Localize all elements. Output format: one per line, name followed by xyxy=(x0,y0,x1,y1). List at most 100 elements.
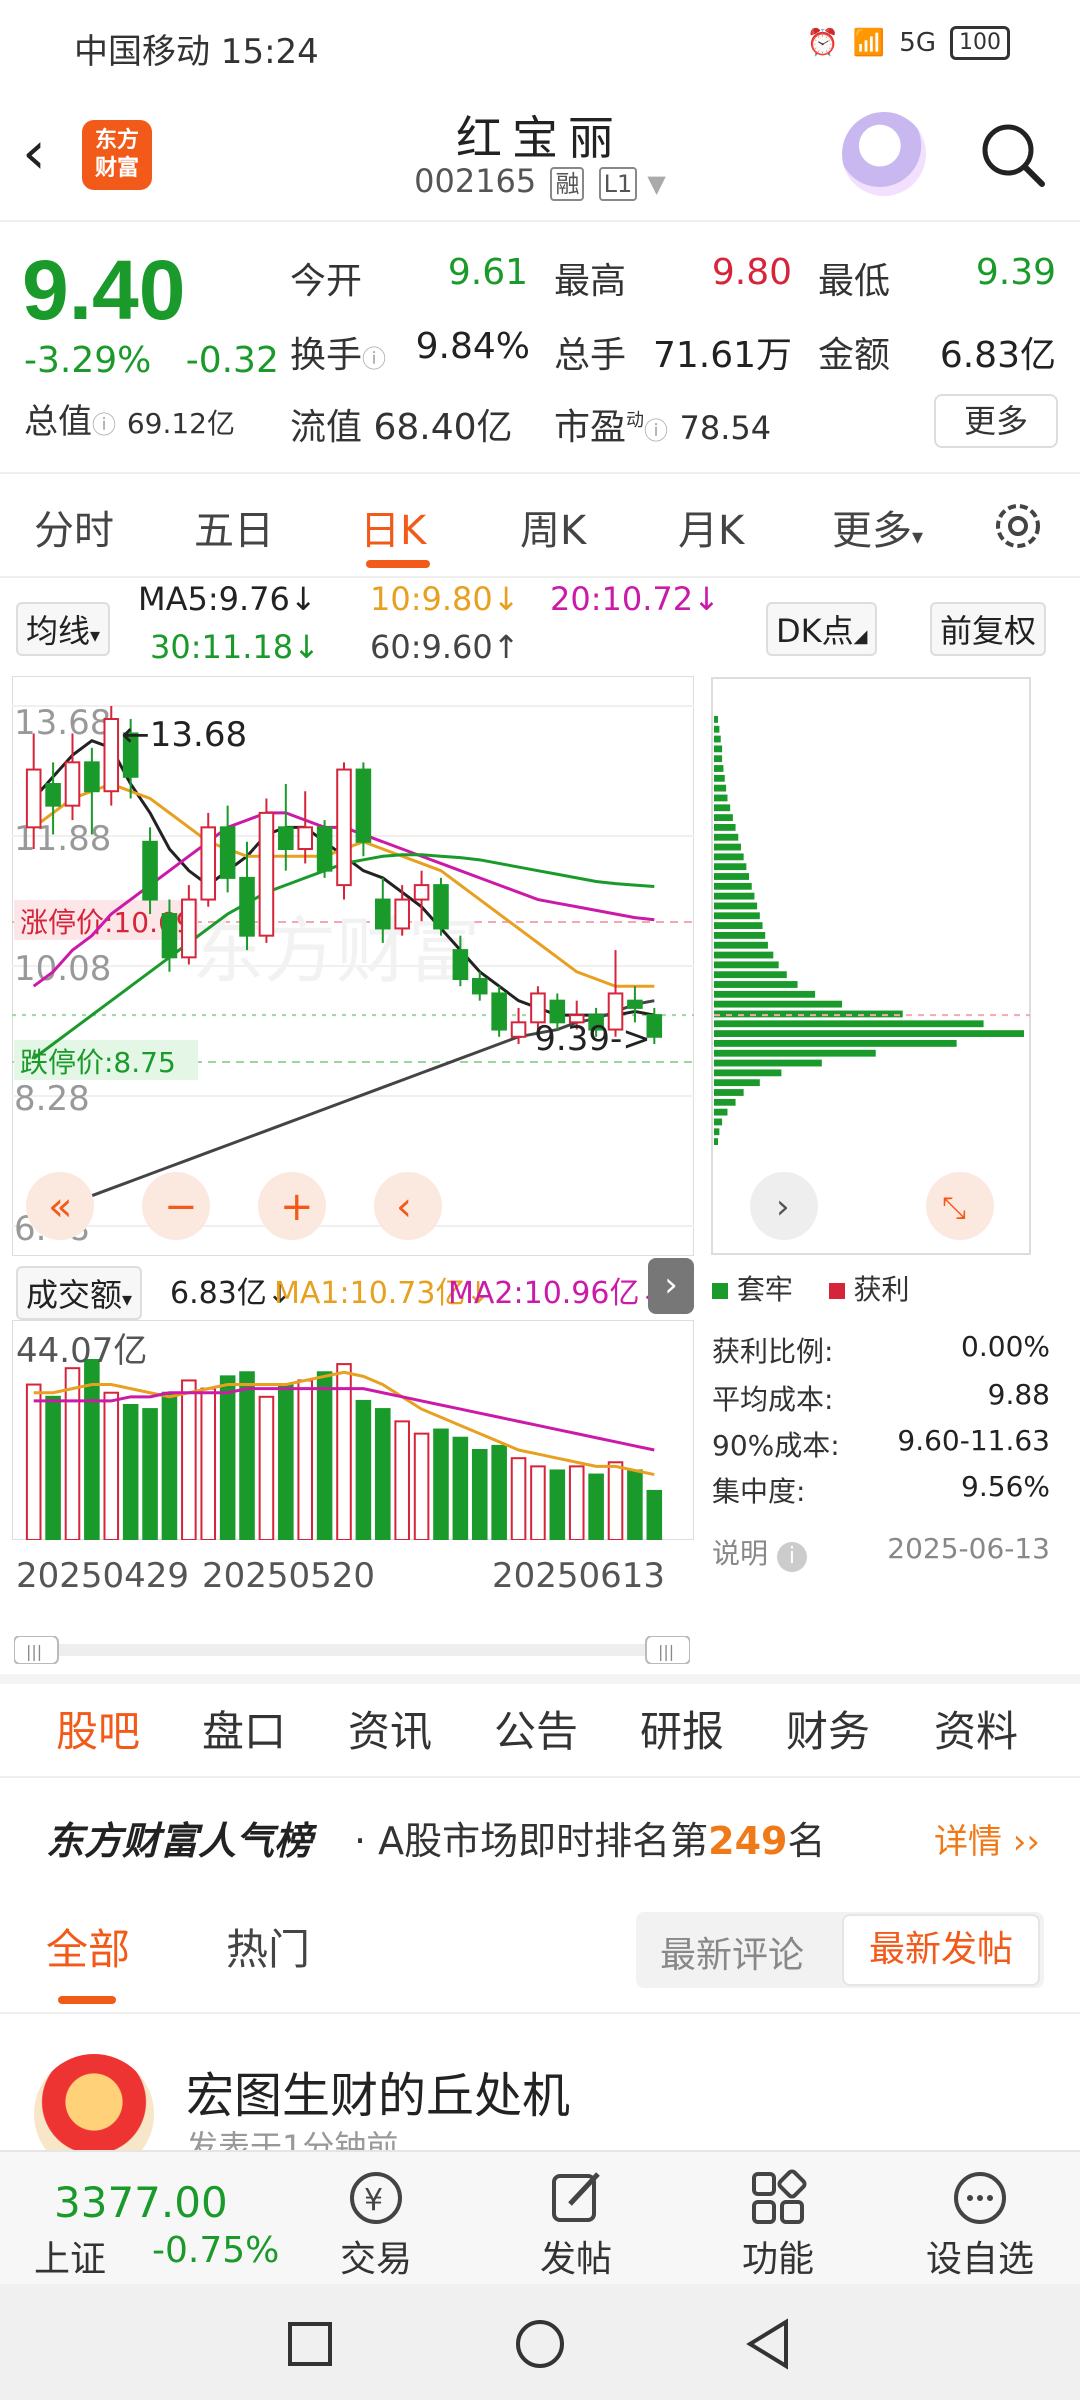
chip-bar xyxy=(714,784,727,792)
recents-icon[interactable] xyxy=(286,2320,334,2368)
rank-title: 东方财富人气榜 xyxy=(46,1819,313,1863)
chip-distribution-chart[interactable]: › ⤡ xyxy=(710,676,1054,1256)
adjust-button[interactable]: 前复权 xyxy=(930,602,1047,656)
post-item[interactable]: 宏图生财的丘处机 发表于1分钟前 xyxy=(0,2014,1080,2174)
avg-cost-label: 平均成本: xyxy=(712,1383,834,1416)
volume-chart[interactable]: 44.07亿 xyxy=(12,1320,694,1540)
tab-profile[interactable]: 资料 xyxy=(934,1698,1018,1759)
chip-bar xyxy=(714,774,725,782)
chip-bar xyxy=(714,971,787,979)
chip-bar xyxy=(714,1069,782,1077)
chip-bar xyxy=(714,941,768,949)
tab-research[interactable]: 研报 xyxy=(640,1698,724,1759)
ma-type-select[interactable]: 均线▾ xyxy=(16,602,111,656)
trade-button[interactable]: ¥ 交易 xyxy=(306,2166,446,2282)
rank-detail-link[interactable]: 详情 ›› xyxy=(934,1814,1040,1863)
ma20-value: 20:10.72↓ xyxy=(550,580,720,618)
active-tab-indicator xyxy=(366,560,430,568)
edit-icon xyxy=(552,2172,600,2222)
chip-bar xyxy=(714,922,763,929)
candle-body xyxy=(452,949,469,981)
tab-intraday[interactable]: 分时 xyxy=(34,498,114,556)
profit-ratio-label: 获利比例: xyxy=(712,1335,834,1368)
zoom-in-icon: + xyxy=(280,1184,314,1230)
chip-bar xyxy=(714,765,724,772)
tab-weekly-k[interactable]: 周K xyxy=(520,498,586,556)
volume-bar xyxy=(336,1363,352,1540)
volume-type-select[interactable]: 成交额▾ xyxy=(16,1266,143,1320)
add-watchlist-button[interactable]: 设自选 xyxy=(910,2166,1050,2282)
tab-announcements[interactable]: 公告 xyxy=(494,1698,578,1759)
candle-body xyxy=(510,1021,527,1038)
back-nav-icon[interactable] xyxy=(744,2318,792,2370)
volume-bar xyxy=(413,1432,430,1540)
tab-news[interactable]: 资讯 xyxy=(348,1698,432,1759)
chevron-right-icon: › xyxy=(776,1187,790,1227)
status-bar: 中国移动 15:24 ⏰ 📶 5G 100 xyxy=(0,0,1080,90)
info-icon: i xyxy=(776,1542,807,1572)
tab-more[interactable]: 更多▾ xyxy=(832,498,923,556)
volume-bar xyxy=(510,1457,527,1540)
ma10-value: 10:9.80↓ xyxy=(370,580,520,618)
filter-all[interactable]: 全部 xyxy=(46,1916,130,1977)
rewind-icon: « xyxy=(48,1184,72,1230)
candle-body xyxy=(375,898,391,930)
volume-bar xyxy=(549,1469,566,1540)
volume-bar xyxy=(45,1395,61,1540)
more-button[interactable]: 更多 xyxy=(934,394,1058,448)
cost90-label: 90%成本: xyxy=(712,1429,840,1462)
search-icon[interactable] xyxy=(978,120,1048,190)
current-price: 9.40 xyxy=(22,243,186,337)
open-label: 今开 xyxy=(290,261,363,302)
profit-ratio-value: 0.00% xyxy=(961,1330,1050,1363)
tab-monthly-k[interactable]: 月K xyxy=(678,498,744,556)
dk-point-button[interactable]: DK点◢ xyxy=(766,602,878,656)
volume-type-label: 成交额 xyxy=(26,1276,123,1314)
tab-daily-k[interactable]: 日K xyxy=(360,498,426,556)
ma60-value: 60:9.60↑ xyxy=(370,628,520,666)
post-button[interactable]: 发帖 xyxy=(506,2166,646,2282)
stock-code: 002165 xyxy=(414,162,537,200)
function-button[interactable]: 功能 xyxy=(708,2166,848,2282)
kline-chart[interactable]: 13.6811.8810.088.286.48涨停价:10.69跌停价:8.75… xyxy=(12,676,694,1256)
y-tick-label: 8.28 xyxy=(14,1079,90,1119)
expand-panel-button[interactable]: › xyxy=(648,1258,694,1314)
chip-bar xyxy=(714,1098,736,1106)
tab-orderbook[interactable]: 盘口 xyxy=(202,1698,286,1759)
tab-guba[interactable]: 股吧 xyxy=(56,1698,140,1759)
sort-latest-post[interactable]: 最新发帖 xyxy=(842,1914,1040,1986)
settings-gear-icon[interactable] xyxy=(990,498,1046,554)
candle-body xyxy=(84,761,100,793)
chart-scrollbar[interactable]: ||| ||| xyxy=(14,1636,690,1664)
candle-body xyxy=(278,826,294,850)
float-value: 68.40亿 xyxy=(373,407,513,448)
tab-finance[interactable]: 财务 xyxy=(786,1698,870,1759)
index-value[interactable]: 3377.00 xyxy=(54,2178,228,2227)
legend-swatch-trap xyxy=(712,1283,728,1299)
chip-bar xyxy=(714,843,741,851)
home-icon[interactable] xyxy=(514,2318,566,2370)
filter-hot[interactable]: 热门 xyxy=(226,1916,310,1977)
chip-bar xyxy=(714,990,816,998)
candle-body xyxy=(433,884,449,930)
dropdown-icon: ▾ xyxy=(912,525,924,550)
volume-bar xyxy=(375,1408,391,1540)
volume-bar xyxy=(471,1449,488,1540)
chip-bar xyxy=(714,853,744,861)
volume-label: 总手 xyxy=(554,335,627,376)
svg-text:|||: ||| xyxy=(26,1642,42,1661)
assistant-robot-icon[interactable] xyxy=(842,112,926,196)
volume-bar xyxy=(181,1379,197,1540)
volume-bar xyxy=(646,1489,663,1540)
post-author[interactable]: 宏图生财的丘处机 xyxy=(186,2056,570,2126)
note-link[interactable]: 说明 i xyxy=(712,1532,807,1572)
tab-five-day[interactable]: 五日 xyxy=(194,498,274,556)
signal-label: 5G xyxy=(899,28,936,58)
rank-text: · A股市场即时排名第249名 xyxy=(354,1810,826,1865)
volume-bar xyxy=(219,1375,236,1540)
sort-latest-comment[interactable]: 最新评论 xyxy=(660,1926,804,1978)
volume-bar xyxy=(161,1391,178,1540)
popularity-rank-bar[interactable]: 东方财富人气榜 · A股市场即时排名第249名 详情 ›› xyxy=(0,1780,1080,1890)
candle-body xyxy=(200,826,217,901)
chip-date: 2025-06-13 xyxy=(887,1532,1050,1565)
